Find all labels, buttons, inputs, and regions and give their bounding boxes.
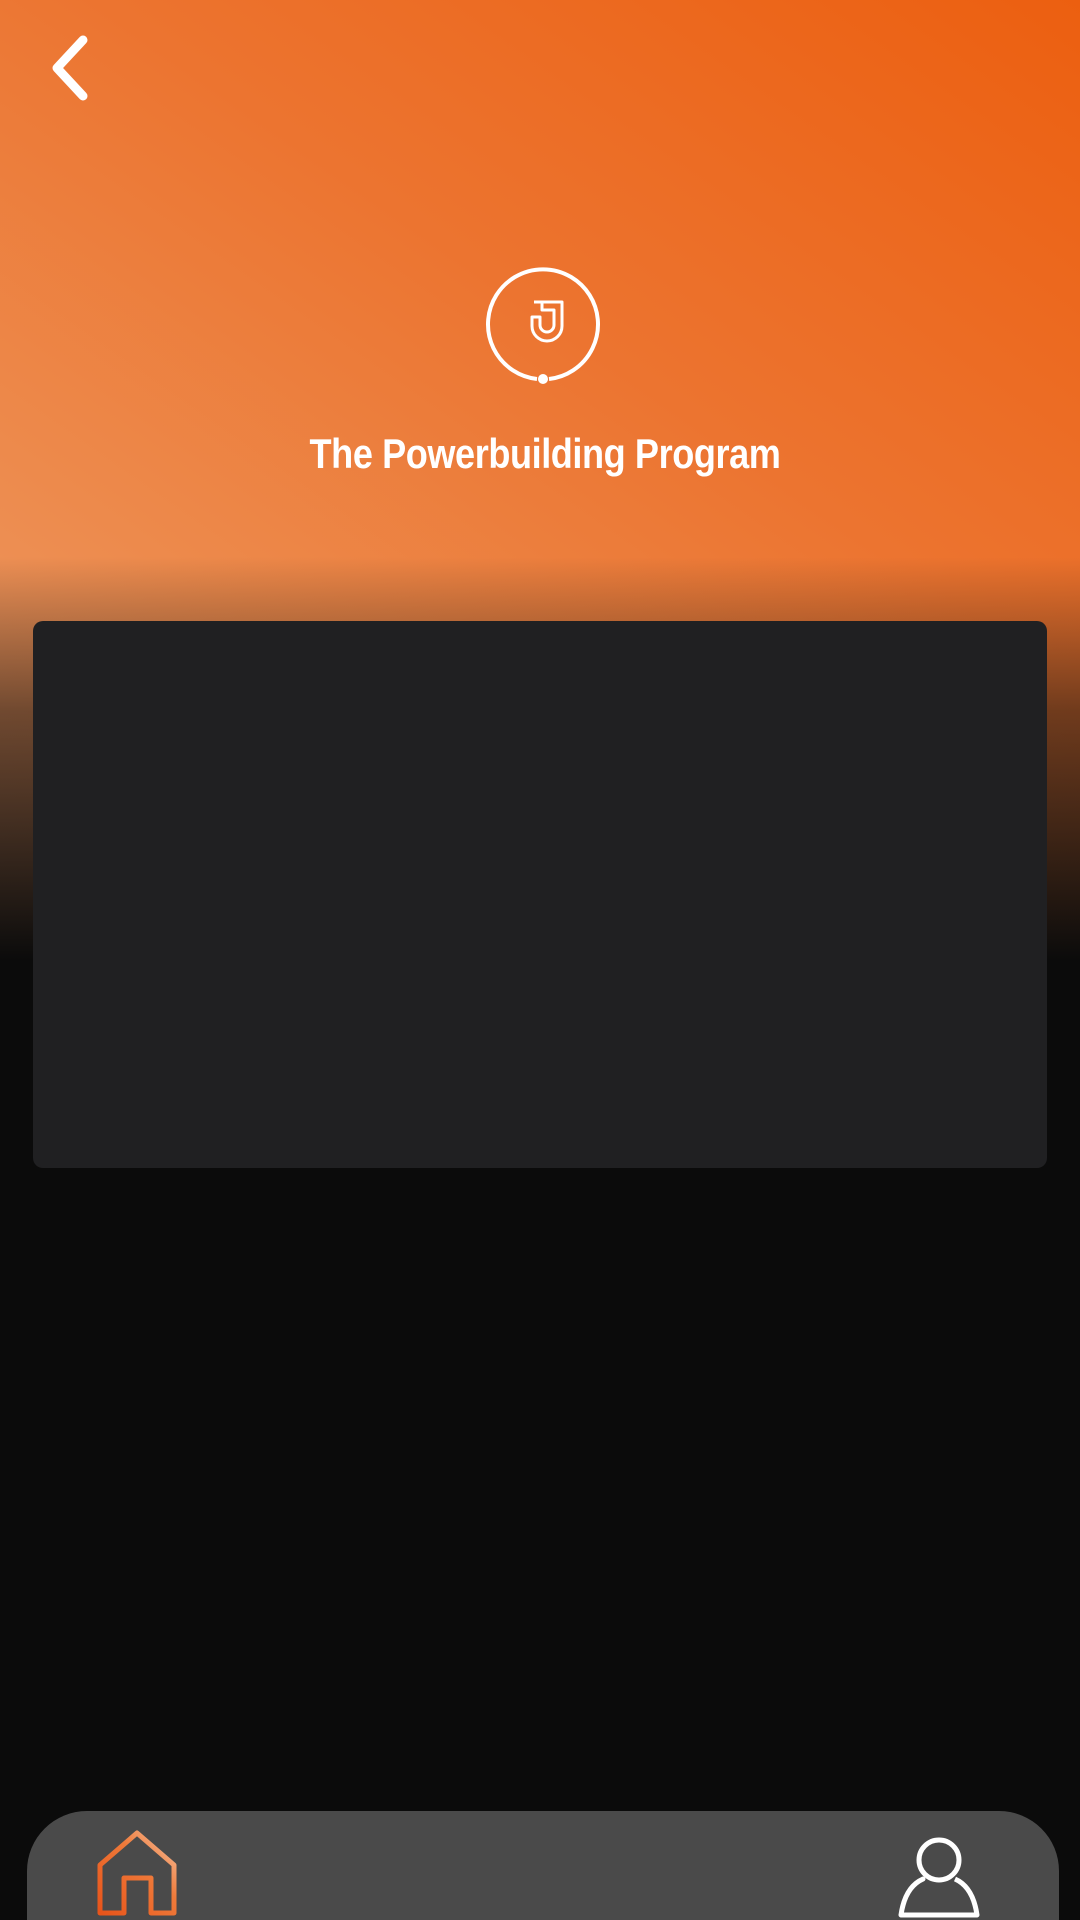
- chevron-left-icon: [52, 35, 88, 101]
- bottom-navigation-bar: [27, 1811, 1059, 1920]
- nav-home-button[interactable]: [87, 1825, 187, 1920]
- j-circle-logo-icon: [486, 267, 600, 384]
- back-button[interactable]: [30, 22, 110, 114]
- user-icon: [898, 1837, 980, 1918]
- program-title: The Powerbuilding Program: [309, 430, 781, 477]
- program-media-card[interactable]: [33, 621, 1047, 1168]
- program-screen: The Powerbuilding Program: [0, 0, 1080, 1920]
- nav-profile-button[interactable]: [887, 1827, 987, 1920]
- home-icon: [97, 1830, 177, 1916]
